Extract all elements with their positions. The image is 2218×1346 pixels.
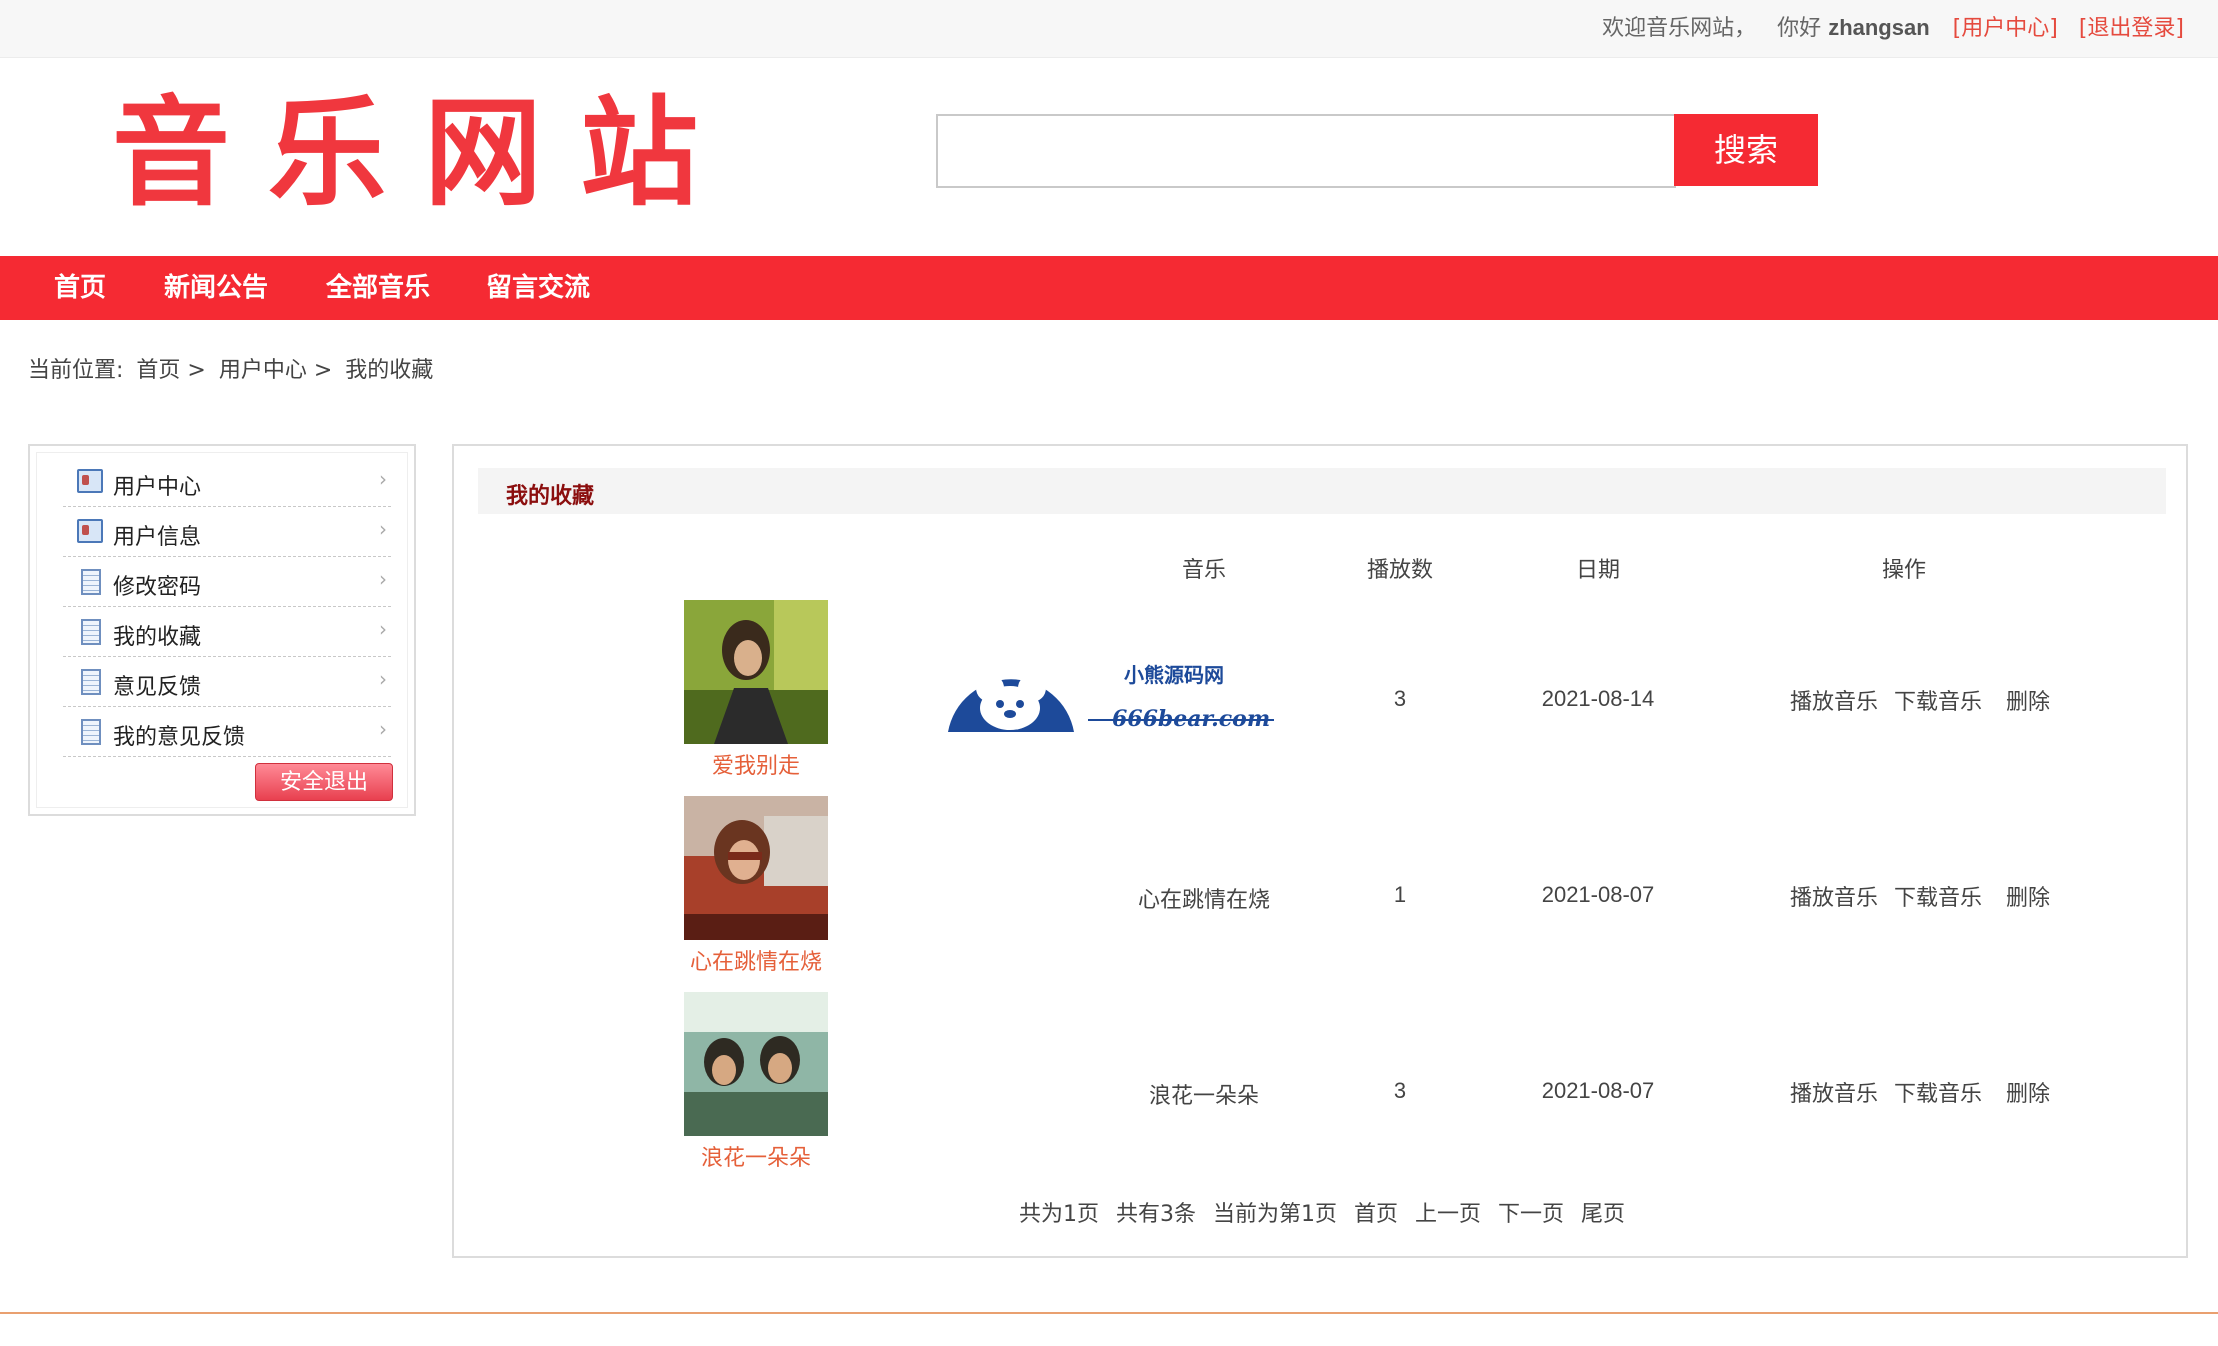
document-icon <box>81 569 101 595</box>
chevron-right-icon: › <box>379 717 387 741</box>
pager-next-link[interactable]: 下一页 <box>1498 1202 1564 1227</box>
panel-title: 我的收藏 <box>506 484 595 509</box>
sidebar-item-label: 修改密码 <box>113 575 202 600</box>
sidebar-item-label: 意见反馈 <box>113 675 202 700</box>
document-icon <box>81 719 101 745</box>
play-music-link[interactable]: 播放音乐 <box>1790 684 1878 716</box>
play-count: 3 <box>1393 1078 1407 1103</box>
watermark-text-url: 666bear.com <box>1112 706 1270 732</box>
sidebar-item-feedback[interactable]: 意见反馈 › <box>63 657 391 707</box>
table-row: 心在跳情在烧 心在跳情在烧 1 2021-08-07 播放音乐 下载音乐 删除 <box>454 796 2190 992</box>
album-cover-image[interactable] <box>684 992 828 1136</box>
footer-divider <box>0 1312 2218 1314</box>
album-cover-image[interactable] <box>684 600 828 744</box>
search-button[interactable]: 搜索 <box>1674 114 1818 186</box>
sidebar-item-label: 用户中心 <box>113 475 202 500</box>
pager-prev-link[interactable]: 上一页 <box>1415 1202 1481 1227</box>
date-cell: 2021-08-07 <box>1541 1078 1655 1103</box>
site-logo[interactable]: 音乐网站 <box>112 88 736 218</box>
chevron-right-icon: › <box>379 567 387 591</box>
table-row: 浪花一朵朵 浪花一朵朵 3 2021-08-07 播放音乐 下载音乐 删除 <box>454 992 2190 1188</box>
sidebar-item-change-password[interactable]: 修改密码 › <box>63 557 391 607</box>
chevron-right-icon: › <box>379 667 387 691</box>
music-cell: 浪花一朵朵 <box>1148 1084 1259 1109</box>
delete-link[interactable]: 删除 <box>2006 684 2050 716</box>
chevron-right-icon: › <box>379 617 387 641</box>
song-title-link[interactable]: 心在跳情在烧 <box>616 944 896 976</box>
sidebar-inner: 用户中心 › 用户信息 › 修改密码 › 我的收藏 › 意见反馈 › 我的意见反… <box>36 452 408 808</box>
sidebar-item-my-feedback[interactable]: 我的意见反馈 › <box>63 707 391 757</box>
user-sidebar: 用户中心 › 用户信息 › 修改密码 › 我的收藏 › 意见反馈 › 我的意见反… <box>28 444 416 816</box>
play-music-link[interactable]: 播放音乐 <box>1790 880 1878 912</box>
album-cover-image[interactable] <box>684 796 828 940</box>
user-center-link[interactable]: [用户中心] <box>1953 16 2058 41</box>
music-cell: 心在跳情在烧 <box>1137 888 1270 913</box>
hello-text: 你好 <box>1777 16 1822 41</box>
nav-item-home[interactable]: 首页 <box>54 256 106 320</box>
logout-link[interactable]: [退出登录] <box>2079 16 2184 41</box>
favorites-panel: 我的收藏 音乐 播放数 日期 操作 爱我别走 小熊源码网 666bear.com… <box>452 444 2188 1258</box>
watermark-logo: 小熊源码网 666bear.com <box>946 652 1276 738</box>
panel-title-bar: 我的收藏 <box>478 468 2166 514</box>
top-bar-user-area: 欢迎音乐网站， 你好 zhangsan [用户中心] [退出登录] <box>1602 10 2184 42</box>
user-card-icon <box>77 519 103 543</box>
sidebar-item-label: 我的意见反馈 <box>113 725 246 750</box>
song-title-link[interactable]: 爱我别走 <box>616 748 896 780</box>
username: zhangsan <box>1828 15 1930 40</box>
safe-logout-button[interactable]: 安全退出 <box>255 763 393 801</box>
pagination: 共为1页 共有3条 当前为第1页 首页 上一页 下一页 尾页 <box>454 1196 2190 1228</box>
play-music-link[interactable]: 播放音乐 <box>1790 1076 1878 1108</box>
chevron-right-icon: › <box>379 517 387 541</box>
chevron-right-icon: › <box>379 467 387 491</box>
nav-item-news[interactable]: 新闻公告 <box>164 256 268 320</box>
breadcrumb-current: 我的收藏 <box>345 358 434 383</box>
document-icon <box>81 619 101 645</box>
download-music-link[interactable]: 下载音乐 <box>1894 880 1982 912</box>
search-input[interactable] <box>936 114 1676 188</box>
sidebar-item-user-info[interactable]: 用户信息 › <box>63 507 391 557</box>
pager-current-page: 当前为第1页 <box>1212 1202 1337 1227</box>
column-header-actions: 操作 <box>1881 558 1926 583</box>
download-music-link[interactable]: 下载音乐 <box>1894 1076 1982 1108</box>
breadcrumb-user-center[interactable]: 用户中心 > <box>219 358 332 383</box>
top-bar: 欢迎音乐网站， 你好 zhangsan [用户中心] [退出登录] <box>0 0 2218 58</box>
user-card-icon <box>77 469 103 493</box>
delete-link[interactable]: 删除 <box>2006 1076 2050 1108</box>
document-icon <box>81 669 101 695</box>
welcome-text: 欢迎音乐网站， <box>1602 16 1757 41</box>
pager-total-items: 共有3条 <box>1115 1202 1196 1227</box>
sidebar-item-my-favorites[interactable]: 我的收藏 › <box>63 607 391 657</box>
breadcrumb-home[interactable]: 首页 > <box>136 358 205 383</box>
play-count: 1 <box>1393 882 1407 907</box>
column-header-music: 音乐 <box>1181 558 1226 583</box>
song-title-link[interactable]: 浪花一朵朵 <box>616 1140 896 1172</box>
delete-link[interactable]: 删除 <box>2006 880 2050 912</box>
sidebar-item-label: 我的收藏 <box>113 625 202 650</box>
nav-item-all-music[interactable]: 全部音乐 <box>326 256 430 320</box>
pager-first-link[interactable]: 首页 <box>1354 1202 1398 1227</box>
column-header-date: 日期 <box>1575 558 1620 583</box>
pager-total-pages: 共为1页 <box>1018 1202 1099 1227</box>
nav-item-messages[interactable]: 留言交流 <box>486 256 590 320</box>
sidebar-item-user-center[interactable]: 用户中心 › <box>63 457 391 507</box>
column-header-plays: 播放数 <box>1366 558 1433 583</box>
breadcrumb: 当前位置: 首页 > 用户中心 > 我的收藏 <box>28 352 439 384</box>
sidebar-item-label: 用户信息 <box>113 525 202 550</box>
date-cell: 2021-08-14 <box>1541 686 1655 711</box>
breadcrumb-prefix: 当前位置: <box>28 358 124 383</box>
download-music-link[interactable]: 下载音乐 <box>1894 684 1982 716</box>
table-row: 爱我别走 小熊源码网 666bear.com 3 2021-08-14 播放音乐… <box>454 600 2190 796</box>
watermark-text-cn: 小熊源码网 <box>1124 663 1224 687</box>
date-cell: 2021-08-07 <box>1541 882 1655 907</box>
play-count: 3 <box>1393 686 1407 711</box>
pager-last-link[interactable]: 尾页 <box>1581 1202 1625 1227</box>
main-nav: 首页 新闻公告 全部音乐 留言交流 <box>0 256 2218 320</box>
